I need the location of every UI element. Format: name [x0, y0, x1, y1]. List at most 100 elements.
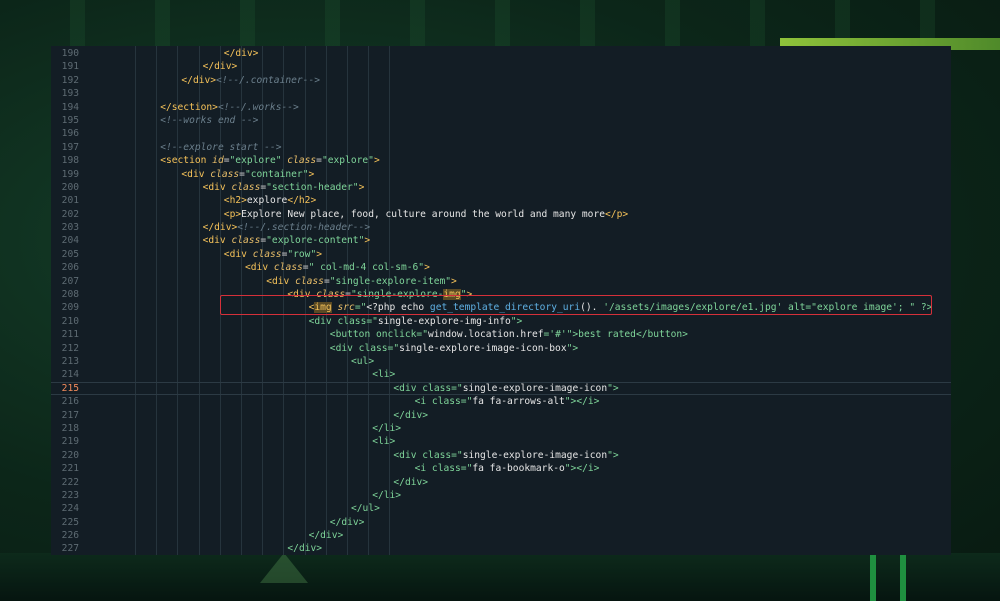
line-code: <p>Explore New place, food, culture arou…: [224, 208, 628, 221]
code-token: ">: [607, 449, 619, 461]
line-code: <div class="single-explore-item">: [266, 275, 457, 288]
code-line[interactable]: 202 <p>Explore New place, food, culture a…: [51, 208, 951, 221]
code-line[interactable]: 223 </li>: [51, 489, 951, 502]
code-line[interactable]: 210 <div class="single-explore-img-info">: [51, 315, 951, 328]
line-number: 196: [61, 128, 79, 140]
code-token: <div class=": [393, 382, 463, 394]
code-line[interactable]: 201 <h2>explore</h2>: [51, 194, 951, 207]
line-code: </div>: [393, 476, 428, 489]
code-line[interactable]: 214 <li>: [51, 368, 951, 381]
line-code: <div class=" col-md-4 col-sm-6">: [245, 261, 430, 274]
code-token: </div>: [329, 516, 365, 528]
code-token: class: [287, 155, 317, 167]
code-token: class: [273, 262, 303, 274]
line-number: 226: [61, 530, 79, 542]
code-line[interactable]: 197 <!--explore start -->: [51, 141, 951, 154]
code-token: ">: [566, 342, 579, 354]
line-number: 206: [61, 262, 79, 274]
code-line[interactable]: 205 <div class="row">: [51, 248, 951, 261]
code-token: <i class=": [414, 463, 473, 475]
line-code: </li>: [372, 422, 401, 435]
code-token: ">: [607, 382, 619, 394]
code-line[interactable]: 216 <i class="fa fa-arrows-alt"></i>: [51, 395, 951, 408]
line-code: <h2>explore</h2>: [224, 194, 316, 207]
line-number: 208: [61, 289, 79, 301]
code-line[interactable]: 217 </div>: [51, 409, 951, 422]
code-token: "single-explore-item": [329, 275, 452, 287]
code-token: " col-md-4 col-sm-6": [308, 262, 425, 274]
code-line[interactable]: 224 </ul>: [51, 502, 951, 515]
line-number: 190: [61, 48, 79, 59]
code-token: "></i>: [564, 463, 600, 475]
code-line[interactable]: 212 <div class="single-explore-image-icon…: [51, 342, 951, 355]
code-line[interactable]: 227 </div>: [51, 542, 951, 555]
code-line[interactable]: 194 </section><!--/.works-->: [51, 101, 951, 114]
line-number: 223: [61, 489, 79, 501]
code-token: single-explore-image-icon: [462, 449, 608, 461]
line-code: <div class="single-explore-image-icon-bo…: [330, 342, 578, 355]
code-line[interactable]: 206 <div class=" col-md-4 col-sm-6">: [51, 261, 951, 274]
code-token: </section>: [160, 101, 218, 113]
code-line[interactable]: 199 <div class="container">: [51, 168, 951, 181]
line-code: <i class="fa fa-arrows-alt"></i>: [415, 395, 600, 408]
code-token: fa fa-bookmark-o: [472, 463, 565, 475]
code-line[interactable]: 211 <button onclick="window.location.href…: [51, 328, 951, 341]
line-number: 195: [61, 114, 79, 126]
code-line[interactable]: 190 </div>: [51, 47, 951, 60]
code-token: <div: [181, 168, 211, 180]
code-token: window.location.href: [428, 329, 544, 341]
code-token: <div class=": [329, 342, 400, 354]
line-code: <section id="explore" class="explore">: [160, 154, 380, 167]
code-line[interactable]: 222 </div>: [51, 476, 951, 489]
code-token: "></i>: [564, 396, 600, 408]
code-token: <li>: [372, 369, 396, 381]
code-token: <div class=": [308, 315, 378, 327]
line-number: 211: [61, 329, 79, 341]
code-token: </div>: [308, 530, 344, 542]
code-token: <button onclick=": [329, 329, 428, 341]
code-line[interactable]: 213 <ul>: [51, 355, 951, 368]
code-line[interactable]: 204 <div class="explore-content">: [51, 234, 951, 247]
background-triangle-shape: [260, 553, 308, 583]
line-number: 198: [61, 155, 79, 167]
code-line[interactable]: 203 </div><!--/.section-header-->: [51, 221, 951, 234]
code-line[interactable]: 220 <div class="single-explore-image-icon…: [51, 449, 951, 462]
background-stripe: [870, 553, 876, 601]
line-code: <div class="section-header">: [203, 181, 365, 194]
code-line[interactable]: 221 <i class="fa fa-bookmark-o"></i>: [51, 462, 951, 475]
line-code: <li>: [372, 435, 395, 448]
code-line[interactable]: 225 </div>: [51, 516, 951, 529]
code-line[interactable]: 207 <div class="single-explore-item">: [51, 275, 951, 288]
line-code: <button onclick="window.location.href='#…: [330, 328, 688, 341]
line-code: </section><!--/.works-->: [160, 101, 299, 114]
code-token: class: [231, 181, 261, 193]
code-line[interactable]: 200 <div class="section-header">: [51, 181, 951, 194]
code-line[interactable]: 218 </li>: [51, 422, 951, 435]
code-token: </li>: [372, 489, 402, 501]
code-token: single-explore-img-info: [377, 315, 511, 327]
code-token: id: [212, 155, 224, 167]
line-number: 205: [61, 248, 79, 260]
code-token: >: [373, 155, 380, 167]
code-token: "explore": [321, 155, 374, 167]
code-line[interactable]: 196: [51, 127, 951, 140]
code-token: <div: [202, 181, 232, 193]
code-line[interactable]: 226 </div>: [51, 529, 951, 542]
code-line[interactable]: 195 <!--works end -->: [51, 114, 951, 127]
line-code: </div>: [330, 516, 365, 529]
code-line[interactable]: 193: [51, 87, 951, 100]
code-line[interactable]: 198 <section id="explore" class="explore"…: [51, 154, 951, 167]
line-code: <li>: [372, 368, 395, 381]
code-editor[interactable]: 190 </div> 191 </div> 192 </div><!--/.contain…: [51, 46, 951, 555]
line-number: 192: [61, 74, 79, 86]
code-line[interactable]: 215 <div class="single-explore-image-icon…: [51, 382, 951, 395]
code-token: single-explore-image-icon-box: [399, 342, 567, 354]
line-number: 210: [61, 315, 79, 327]
code-token: <div: [266, 275, 296, 287]
code-line[interactable]: 219 <li>: [51, 435, 951, 448]
code-line[interactable]: 191 </div>: [51, 60, 951, 73]
line-code: </div>: [203, 60, 238, 73]
code-line[interactable]: 192 </div><!--/.container-->: [51, 74, 951, 87]
highlight-box: [220, 295, 932, 315]
code-token: </ul>: [351, 503, 380, 515]
